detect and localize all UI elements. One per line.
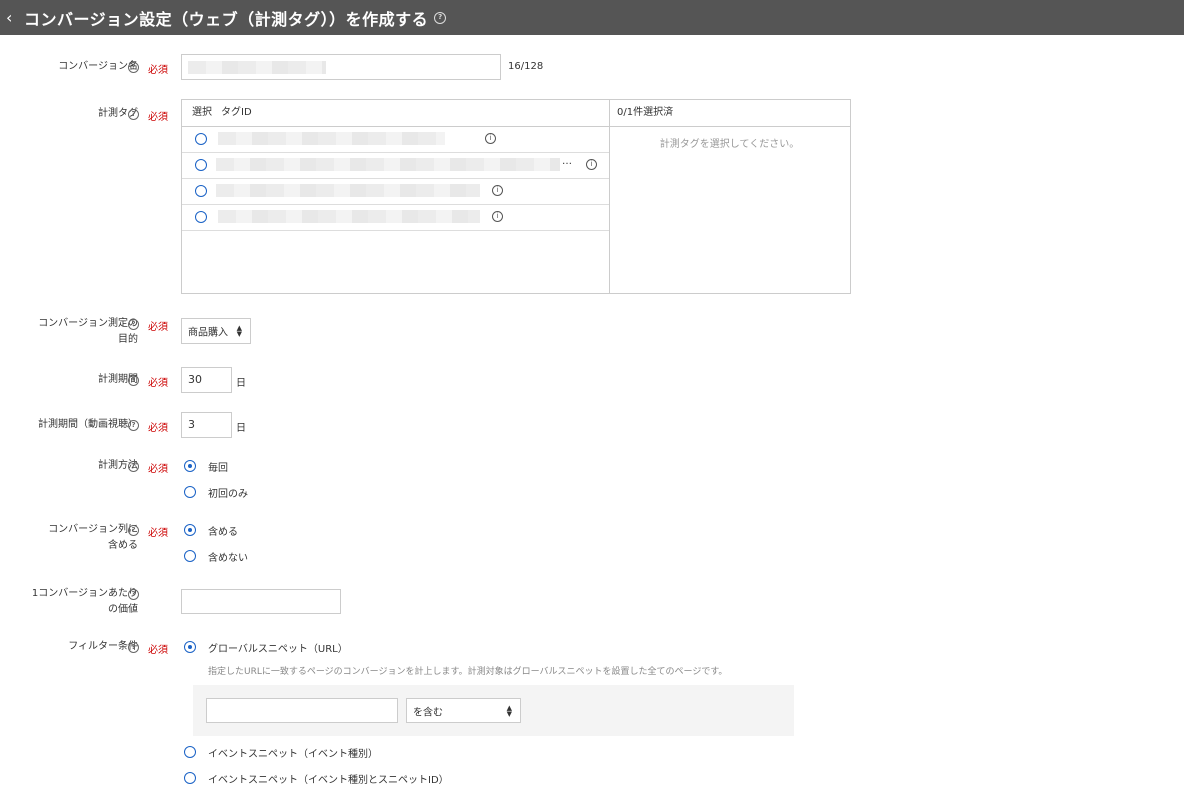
required-badge: 必須: [148, 112, 168, 123]
purpose-select[interactable]: 商品購入 ▲ ▼: [181, 318, 251, 344]
col-select: 選択: [192, 107, 212, 118]
help-icon[interactable]: ?: [128, 109, 139, 120]
info-icon[interactable]: i: [492, 185, 503, 196]
filter-option-event-type-snippet[interactable]: イベントスニペット（イベント種別とスニペットID）: [208, 771, 449, 786]
video-period-label: 計測期間（動画視聴）: [38, 419, 138, 430]
required-badge: 必須: [148, 528, 168, 539]
redacted-text: [188, 61, 326, 74]
conversion-name-input[interactable]: [181, 54, 501, 80]
include-radio-yes[interactable]: [184, 524, 196, 536]
ellipsis: …: [562, 156, 572, 167]
filter-option-event-type[interactable]: イベントスニペット（イベント種別）: [208, 745, 378, 760]
value-label-line2: の価値: [108, 604, 138, 615]
help-icon[interactable]: ?: [128, 420, 139, 431]
method-label: 計測方法: [98, 460, 138, 471]
method-option-every[interactable]: 毎回: [208, 459, 228, 474]
required-badge: 必須: [148, 464, 168, 475]
selected-count: 0/1件選択済: [609, 100, 850, 127]
include-label-line2: 含める: [108, 540, 138, 551]
tag-row[interactable]: i: [182, 178, 609, 205]
period-input[interactable]: 30: [181, 367, 232, 393]
video-period-unit: 日: [236, 423, 246, 434]
redacted-tag-id: [218, 210, 480, 223]
match-type-value: を含む: [413, 707, 443, 718]
include-option-yes[interactable]: 含める: [208, 523, 238, 538]
tag-row[interactable]: i: [182, 204, 609, 231]
required-badge: 必須: [148, 423, 168, 434]
info-icon[interactable]: i: [492, 211, 503, 222]
period-unit: 日: [236, 378, 246, 389]
include-option-no[interactable]: 含めない: [208, 549, 248, 564]
info-icon[interactable]: i: [485, 133, 496, 144]
conversion-name-label: コンバージョン名: [58, 61, 138, 72]
method-radio-first[interactable]: [184, 486, 196, 498]
include-radio-no[interactable]: [184, 550, 196, 562]
page-title: コンバージョン設定（ウェブ（計測タグ））を作成する: [24, 9, 429, 29]
col-tag-id: タグID: [221, 107, 252, 118]
help-icon[interactable]: ?: [128, 642, 139, 653]
required-badge: 必須: [148, 322, 168, 333]
filter-radio-event-type[interactable]: [184, 746, 196, 758]
method-radio-every[interactable]: [184, 460, 196, 472]
redacted-tag-id: [216, 158, 560, 171]
value-label-line1: 1コンバージョンあたり: [31, 588, 138, 599]
required-badge: 必須: [148, 65, 168, 76]
empty-selection-message: 計測タグを選択してください。: [659, 139, 800, 150]
help-icon[interactable]: ?: [128, 319, 139, 330]
include-label-line1: コンバージョン列に: [48, 524, 138, 535]
help-icon[interactable]: ?: [128, 62, 139, 73]
tag-radio[interactable]: [195, 133, 207, 145]
tag-list: 選択 タグID i … i i i: [182, 100, 610, 293]
match-type-select[interactable]: を含む ▲ ▼: [406, 698, 521, 723]
tag-selector: 選択 タグID i … i i i 0/1件選択済 計測タグを選択してください。: [181, 99, 851, 294]
sort-arrows-icon: ▲ ▼: [236, 324, 242, 338]
info-icon[interactable]: i: [586, 159, 597, 170]
filter-radio-event-type-snippet[interactable]: [184, 772, 196, 784]
value-per-conversion-input[interactable]: [181, 589, 341, 614]
method-option-first[interactable]: 初回のみ: [208, 485, 248, 500]
required-badge: 必須: [148, 645, 168, 656]
help-icon[interactable]: ?: [128, 375, 139, 386]
help-icon[interactable]: ?: [128, 525, 139, 536]
required-badge: 必須: [148, 378, 168, 389]
help-icon[interactable]: ?: [434, 11, 447, 24]
tag-list-header: 選択 タグID: [182, 100, 609, 127]
tag-row[interactable]: i: [182, 126, 609, 153]
filter-radio-global-url[interactable]: [184, 641, 196, 653]
help-icon[interactable]: ?: [128, 589, 139, 600]
filter-label: フィルター条件: [68, 641, 138, 652]
filter-option-global-url[interactable]: グローバルスニペット（URL）: [208, 640, 348, 655]
tag-radio[interactable]: [195, 185, 207, 197]
redacted-tag-id: [216, 184, 480, 197]
tag-radio[interactable]: [195, 211, 207, 223]
back-chevron-icon[interactable]: ‹: [6, 9, 20, 26]
page-header: ‹ コンバージョン設定（ウェブ（計測タグ））を作成する ?: [0, 0, 1184, 35]
filter-hint: 指定したURLに一致するページのコンバージョンを計上します。計測対象はグローバル…: [208, 667, 728, 677]
tag-label: 計測タグ: [98, 108, 138, 119]
sort-arrows-icon: ▲ ▼: [506, 703, 512, 718]
tag-radio[interactable]: [195, 159, 207, 171]
help-icon[interactable]: ?: [128, 461, 139, 472]
url-filter-panel: を含む ▲ ▼: [193, 685, 794, 736]
tag-row[interactable]: … i: [182, 152, 609, 179]
purpose-value: 商品購入: [188, 327, 228, 339]
purpose-label-line2: 目的: [118, 334, 138, 345]
video-period-input[interactable]: 3: [181, 412, 232, 438]
page-help[interactable]: ?: [434, 11, 447, 24]
url-filter-input[interactable]: [206, 698, 398, 723]
redacted-tag-id: [218, 132, 445, 145]
period-label: 計測期間: [98, 374, 138, 385]
character-counter: 16/128: [508, 61, 544, 72]
purpose-label-line1: コンバージョン測定の: [38, 318, 138, 329]
